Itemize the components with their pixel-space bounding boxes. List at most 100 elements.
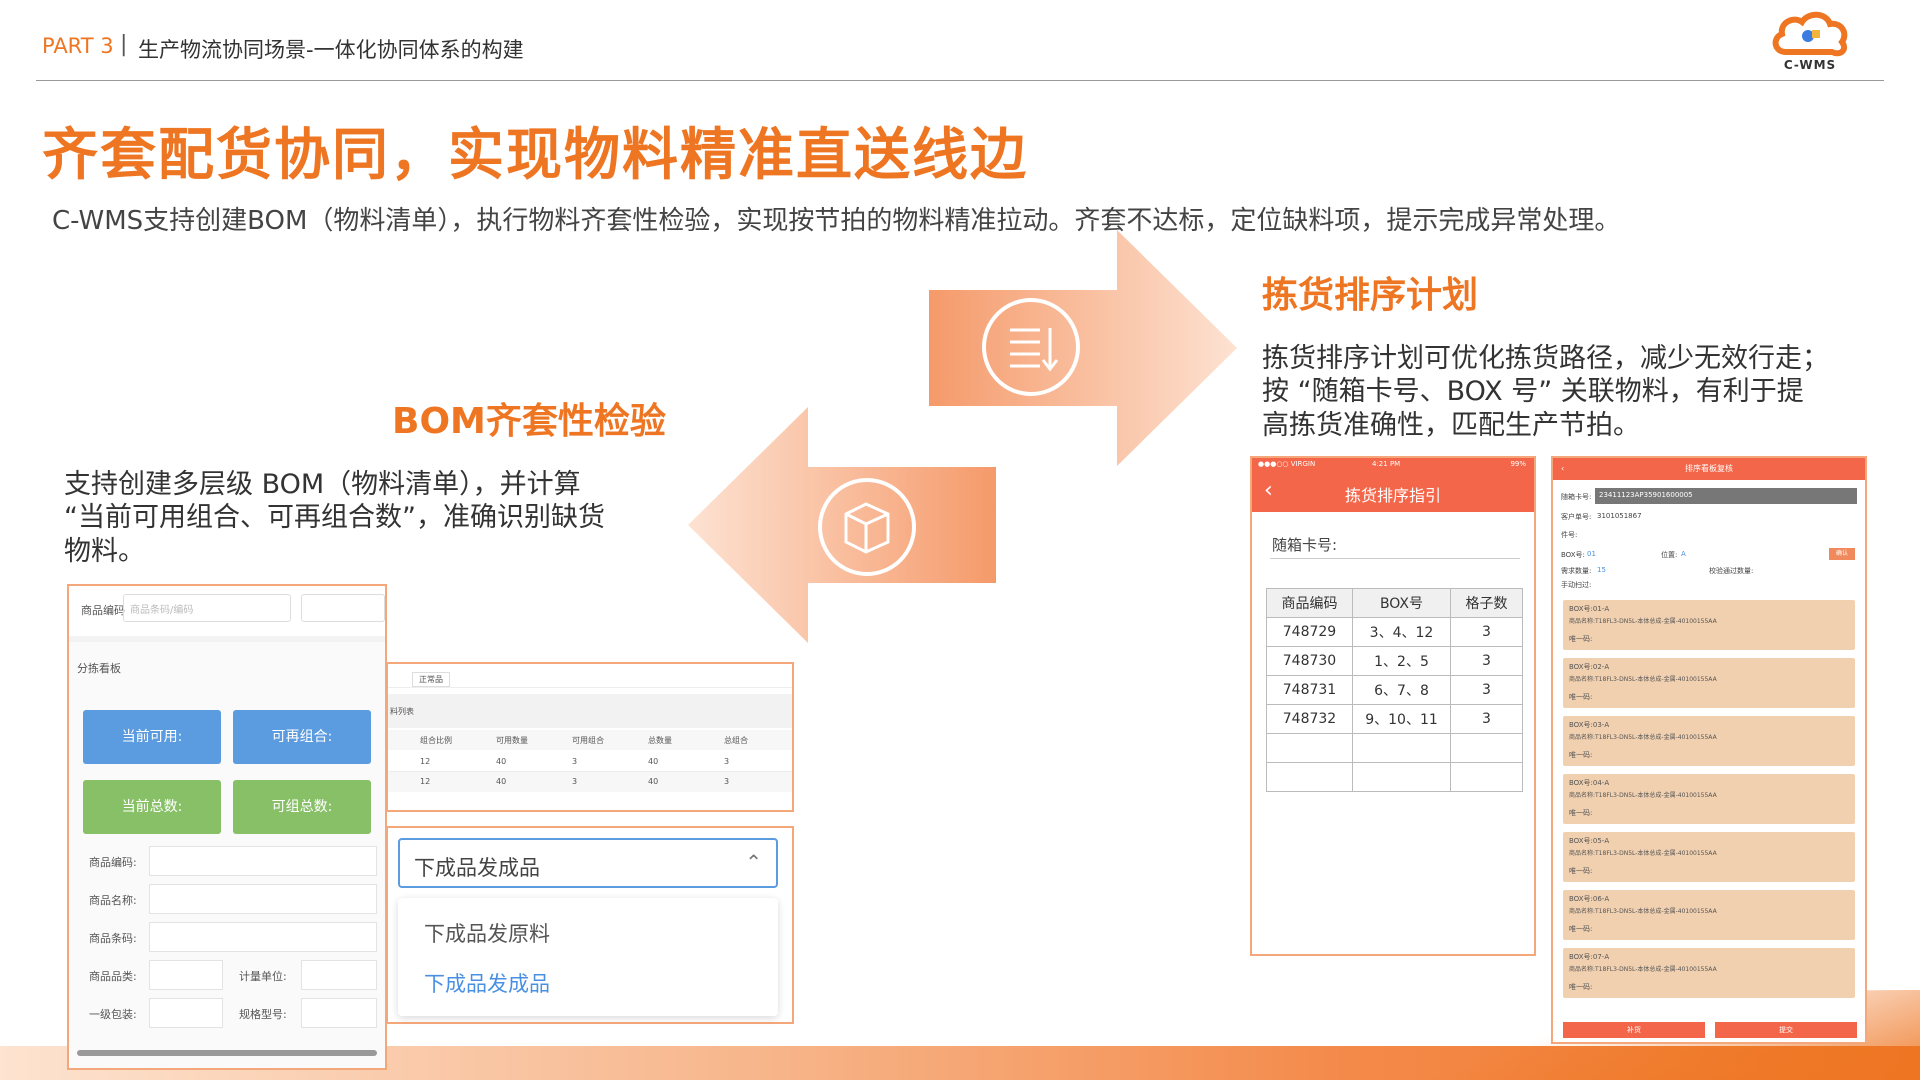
shipment-type-select[interactable]: 下成品发成品 ⌃ — [398, 838, 778, 888]
current-total-button[interactable]: 当前总数: — [83, 780, 221, 834]
code-search-input[interactable]: 商品条码/编码 — [123, 594, 291, 622]
table-cell — [1352, 762, 1451, 792]
unit-field[interactable] — [301, 960, 377, 990]
phone-title: 排序看板复核 — [1685, 464, 1733, 473]
pick-guide-phone-screenshot: ●●●○○ VIRGIN 4:21 PM 99% ‹ 拣货排序指引 随箱卡号: … — [1250, 456, 1536, 956]
chevron-up-icon: ⌃ — [745, 850, 762, 874]
table-header-row: 组合比例 可用数量 可用组合 总数量 总组合 — [388, 730, 792, 750]
group-total-button[interactable]: 可组总数: — [233, 780, 371, 834]
pick-plan-desc-line: 高拣货准确性，匹配生产节拍。 — [1262, 410, 1640, 441]
table-row[interactable] — [1266, 762, 1523, 792]
box-product-name: 商品名称:T18FL3-DN5L-本体总成-金属-40100155AA — [1569, 792, 1717, 799]
pick-plan-title: 拣货排序计划 — [1262, 275, 1479, 316]
product-name-field[interactable] — [149, 884, 377, 914]
phone-title: 拣货排序指引 — [1344, 486, 1441, 505]
replenish-button[interactable]: 补货 — [1563, 1022, 1705, 1038]
dropdown-menu: 下成品发原料 下成品发成品 — [398, 898, 778, 1016]
box-unique-code: 唯一码: — [1569, 983, 1593, 991]
card-number-input-line[interactable] — [1270, 558, 1520, 559]
table-row[interactable]: 748732 9、10、11 3 — [1266, 704, 1523, 734]
table-cell: 748730 — [1266, 646, 1353, 676]
status-carrier: ●●●○○ VIRGIN — [1258, 460, 1316, 468]
product-code-field[interactable] — [149, 846, 377, 876]
table-cell: 40 — [648, 757, 659, 766]
box-card[interactable]: BOX号:05-A 商品名称:T18FL3-DN5L-本体总成-金属-40100… — [1563, 832, 1855, 882]
column-header: 可用组合 — [572, 736, 604, 745]
required-value: 15 — [1597, 566, 1606, 574]
submit-button[interactable]: 提交 — [1715, 1022, 1857, 1038]
status-time: 4:21 PM — [1372, 460, 1401, 468]
sort-list-icon — [982, 298, 1080, 396]
box-card[interactable]: BOX号:03-A 商品名称:T18FL3-DN5L-本体总成-金属-40100… — [1563, 716, 1855, 766]
box-unique-code: 唯一码: — [1569, 809, 1593, 817]
column-header: 可用数量 — [496, 736, 528, 745]
box-id: BOX号:03-A — [1569, 721, 1610, 729]
box-card[interactable]: BOX号:01-A 商品名称:T18FL3-DN5L-本体总成-金属-40100… — [1563, 600, 1855, 650]
table-cell: 3、4、12 — [1352, 617, 1451, 647]
header-title: 生产物流协同场景-一体化协同体系的构建 — [138, 38, 524, 62]
product-category-field[interactable] — [149, 960, 223, 990]
horizontal-scrollbar[interactable] — [77, 1050, 377, 1056]
phone-status-bar: ●●●○○ VIRGIN 4:21 PM 99% — [1252, 458, 1534, 472]
table-row[interactable]: 748729 3、4、12 3 — [1266, 617, 1523, 647]
box-card[interactable]: BOX号:06-A 商品名称:T18FL3-DN5L-本体总成-金属-40100… — [1563, 890, 1855, 940]
table-row[interactable] — [1266, 733, 1523, 763]
recombine-button[interactable]: 可再组合: — [233, 710, 371, 764]
board-label: 分拣看板 — [77, 662, 121, 675]
customer-value: 3101051867 — [1597, 512, 1642, 520]
box-value: 01 — [1587, 550, 1596, 558]
table-cell: 3 — [572, 757, 578, 766]
table-row[interactable]: 748731 6、7、8 3 — [1266, 675, 1523, 705]
table-row[interactable]: 12 40 3 40 3 — [388, 752, 792, 772]
list-header-bar: 料列表 — [388, 694, 792, 728]
pick-table: 商品编码 BOX号 格子数 748729 3、4、12 3 748730 1、2、5 3… — [1266, 588, 1523, 792]
bom-check-desc-line: 物料。 — [64, 536, 145, 567]
box-product-name: 商品名称:T18FL3-DN5L-本体总成-金属-40100155AA — [1569, 908, 1717, 915]
box-id: BOX号:04-A — [1569, 779, 1610, 787]
table-row[interactable]: 748730 1、2、5 3 — [1266, 646, 1523, 676]
current-available-button[interactable]: 当前可用: — [83, 710, 221, 764]
card-number-label: 随箱卡号: — [1272, 536, 1338, 554]
part-label: 件号: — [1561, 531, 1578, 539]
pack-field[interactable] — [149, 998, 223, 1028]
part-label: PART 3 — [42, 34, 114, 58]
position-value: A — [1681, 550, 1686, 558]
back-chevron-icon[interactable]: ‹ — [1561, 458, 1564, 480]
column-header: 组合比例 — [420, 736, 452, 745]
box-id: BOX号:07-A — [1569, 953, 1610, 961]
field-label: 计量单位: — [239, 970, 287, 983]
header-separator: | — [120, 32, 128, 57]
box-unique-code: 唯一码: — [1569, 751, 1593, 759]
dropdown-option[interactable]: 下成品发原料 — [424, 918, 550, 948]
table-cell: 748732 — [1266, 704, 1353, 734]
field-label: 商品条码: — [89, 932, 137, 945]
table-cell: 3 — [1450, 675, 1523, 705]
kanban-board: 分拣看板 当前可用: 可再组合: 当前总数: 可组总数: 商品编码: 商品名称:… — [69, 642, 385, 1068]
table-cell: 3 — [724, 757, 730, 766]
column-header: 格子数 — [1450, 588, 1523, 618]
card-no-label: 随箱卡号: — [1561, 493, 1592, 501]
confirm-button[interactable]: 确认 — [1829, 548, 1855, 560]
box-card[interactable]: BOX号:07-A 商品名称:T18FL3-DN5L-本体总成-金属-40100… — [1563, 948, 1855, 998]
spec-field[interactable] — [301, 998, 377, 1028]
product-barcode-field[interactable] — [149, 922, 377, 952]
field-label: 一级包装: — [89, 1008, 137, 1021]
box-card[interactable]: BOX号:02-A 商品名称:T18FL3-DN5L-本体总成-金属-40100… — [1563, 658, 1855, 708]
column-header: BOX号 — [1352, 588, 1451, 618]
table-cell: 748731 — [1266, 675, 1353, 705]
secondary-input[interactable] — [301, 594, 385, 622]
page-title: 齐套配货协同，实现物料精准直送线边 — [42, 123, 1028, 188]
box-card[interactable]: BOX号:04-A 商品名称:T18FL3-DN5L-本体总成-金属-40100… — [1563, 774, 1855, 824]
table-cell: 40 — [648, 777, 659, 786]
table-cell: 748729 — [1266, 617, 1353, 647]
table-cell: 3 — [1450, 617, 1523, 647]
table-row[interactable]: 12 40 3 40 3 — [388, 772, 792, 792]
table-cell — [1450, 733, 1523, 763]
required-label: 需求数量: — [1561, 567, 1592, 575]
field-label: 商品名称: — [89, 894, 137, 907]
dropdown-option-selected[interactable]: 下成品发成品 — [424, 968, 550, 998]
column-header: 总数量 — [648, 736, 672, 745]
box-product-name: 商品名称:T18FL3-DN5L-本体总成-金属-40100155AA — [1569, 734, 1717, 741]
status-filter[interactable]: 正常品 — [412, 672, 450, 687]
card-no-field[interactable]: 23411123AP35901600005 — [1595, 488, 1857, 504]
